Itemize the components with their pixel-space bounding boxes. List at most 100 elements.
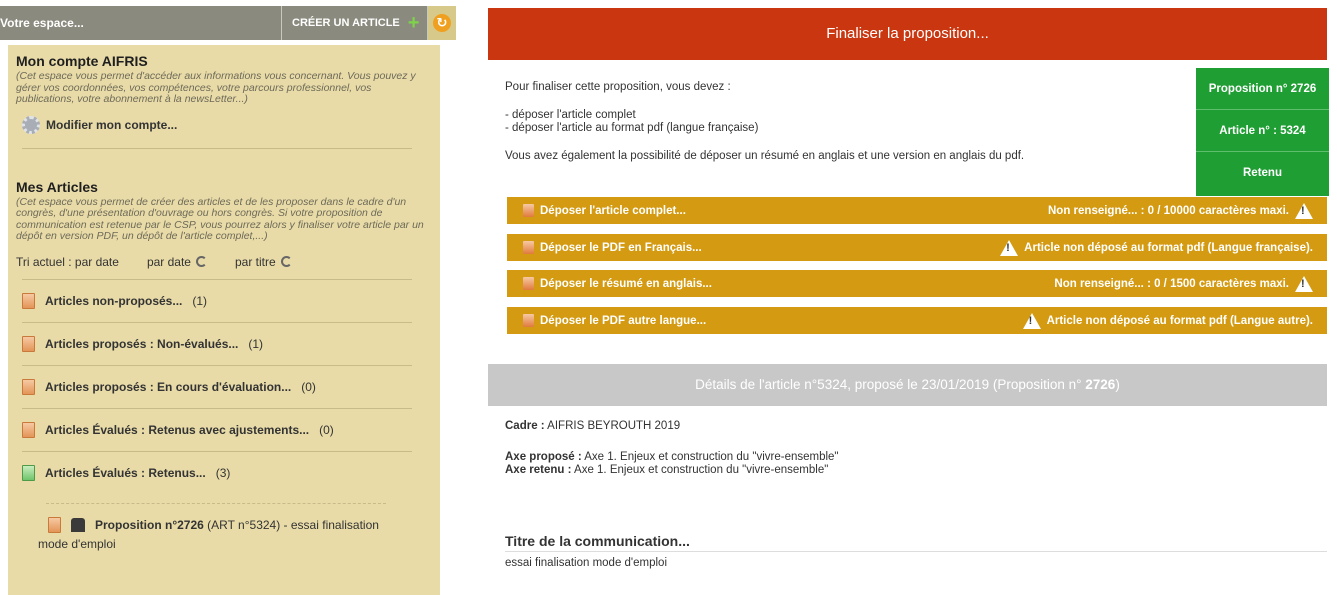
- axe-proposed-line: Axe proposé : Axe 1. Enjeux et construct…: [505, 451, 839, 464]
- warning-icon: [1295, 275, 1313, 292]
- dashed-divider: [46, 502, 386, 504]
- communication-title-value: essai finalisation mode d'emploi: [505, 557, 668, 569]
- modify-account-label: Modifier mon compte...: [46, 117, 178, 132]
- intro-line: Vous avez également la possibilité de dé…: [505, 150, 1025, 162]
- details-number: 2726: [1085, 377, 1116, 392]
- document-icon: [22, 292, 35, 309]
- home-icon: [71, 518, 85, 532]
- page-title: Finaliser la proposition...: [488, 8, 1327, 60]
- article-category-count: (1): [248, 336, 264, 351]
- document-icon: [523, 241, 534, 254]
- article-category-count: (0): [319, 422, 334, 437]
- intro-text: Pour finaliser cette proposition, vous d…: [505, 81, 1185, 163]
- deposit-status: Article non déposé au format pdf (Langue…: [1046, 314, 1313, 327]
- account-panel: Mon compte AIFRIS (Cet espace vous perme…: [8, 45, 440, 595]
- axe-retained-value: Axe 1. Enjeux et construction du "vivre-…: [571, 464, 829, 476]
- warning-icon: [1000, 239, 1019, 256]
- article-category-count: (1): [192, 293, 208, 308]
- document-icon: [22, 378, 35, 395]
- plus-icon: +: [407, 12, 420, 34]
- deposit-label: Déposer le résumé en anglais...: [540, 277, 712, 290]
- create-article-button[interactable]: CRÉER UN ARTICLE +: [281, 6, 426, 40]
- deposit-label: Déposer l'article complet...: [540, 204, 686, 217]
- article-category-label: Articles proposés : En cours d'évaluatio…: [45, 379, 292, 394]
- articles-title: Mes Articles: [16, 178, 98, 195]
- communication-title-heading: Titre de la communication...: [505, 533, 690, 549]
- proposition-item[interactable]: Proposition n°2726 (ART n°5324) - essai …: [38, 516, 432, 554]
- sort-by-title-label: par titre: [234, 254, 276, 269]
- sort-by-date-label: par date: [146, 254, 191, 269]
- deposit-label: Déposer le PDF autre langue...: [540, 314, 707, 327]
- gear-icon: [22, 115, 40, 134]
- axe-proposed-key: Axe proposé :: [505, 451, 582, 463]
- axe-retained-line: Axe retenu : Axe 1. Enjeux et constructi…: [505, 464, 839, 477]
- article-category-count: (0): [301, 379, 316, 394]
- deposit-status: Non renseigné... : 0 / 10000 caractères …: [1048, 204, 1289, 217]
- sort-row: Tri actuel : par date par date par titre: [16, 255, 432, 269]
- proposition-number-badge: Proposition n° 2726: [1196, 68, 1329, 110]
- axe-retained-key: Axe retenu :: [505, 464, 572, 476]
- proposition-number: Proposition n°2726: [95, 517, 204, 532]
- article-category-label: Articles non-proposés...: [45, 293, 183, 308]
- create-article-label: CRÉER UN ARTICLE: [292, 17, 400, 29]
- document-icon: [523, 204, 534, 217]
- warning-icon: [1295, 202, 1313, 219]
- proposition-rest: (ART n°5324) - essai finalisation: [203, 517, 379, 532]
- cadre-key: Cadre :: [505, 420, 545, 432]
- details-bar: Détails de l'article n°5324, proposé le …: [488, 364, 1327, 406]
- deposit-pdf-other-row[interactable]: Déposer le PDF autre langue... Article n…: [507, 307, 1327, 334]
- deposit-label: Déposer le PDF en Français...: [540, 241, 702, 254]
- account-description: (Cet espace vous permet d'accéder aux in…: [16, 70, 416, 105]
- article-category-item[interactable]: Articles proposés : Non-évalués... (1): [22, 323, 412, 366]
- document-icon: [22, 335, 35, 352]
- article-category-label: Articles Évalués : Retenus...: [45, 466, 206, 480]
- deposit-abstract-en-row[interactable]: Déposer le résumé en anglais... Non rens…: [507, 270, 1327, 297]
- deposit-full-article-row[interactable]: Déposer l'article complet... Non renseig…: [507, 197, 1327, 224]
- article-category-item[interactable]: Articles proposés : En cours d'évaluatio…: [22, 366, 412, 409]
- sort-by-date[interactable]: par date: [147, 255, 207, 269]
- space-label: Votre espace...: [0, 16, 84, 30]
- proposition-text: Proposition n°2726 (ART n°5324) - essai …: [95, 516, 379, 535]
- details-close: ): [1115, 377, 1120, 392]
- document-icon: [48, 517, 61, 533]
- modify-account-link[interactable]: Modifier mon compte...: [22, 115, 432, 134]
- article-number-badge: Article n° : 5324: [1196, 110, 1329, 152]
- article-category-item[interactable]: Articles non-proposés... (1): [22, 280, 412, 323]
- details-text: Détails de l'article n°5324, proposé le …: [695, 377, 1086, 392]
- left-panel: Votre espace... CRÉER UN ARTICLE + ↻ Mon…: [0, 0, 456, 595]
- space-topbar: Votre espace... CRÉER UN ARTICLE + ↻: [0, 6, 456, 40]
- status-badge: Retenu: [1243, 167, 1282, 179]
- cadre-value: AIFRIS BEYROUTH 2019: [544, 420, 681, 432]
- deposit-status: Article non déposé au format pdf (Langue…: [1024, 241, 1313, 254]
- article-category-label: Articles proposés : Non-évalués...: [45, 336, 239, 351]
- warning-icon: [1022, 312, 1041, 329]
- document-icon: [22, 465, 35, 481]
- sort-refresh-icon: [195, 256, 207, 267]
- account-title: Mon compte AIFRIS: [16, 53, 148, 69]
- document-icon: [523, 277, 534, 290]
- article-category-item[interactable]: Articles Évalués : Retenus... (3): [22, 452, 412, 495]
- axes-block: Axe proposé : Axe 1. Enjeux et construct…: [505, 451, 839, 477]
- refresh-button[interactable]: ↻: [427, 6, 456, 40]
- articles-description: (Cet espace vous permet de créer des art…: [16, 195, 424, 242]
- sort-by-title[interactable]: par titre: [235, 255, 292, 269]
- intro-line: Pour finaliser cette proposition, vous d…: [505, 81, 731, 93]
- sort-current: Tri actuel : par date: [16, 254, 119, 269]
- article-category-item[interactable]: Articles Évalués : Retenus avec ajusteme…: [22, 409, 412, 452]
- intro-line: - déposer l'article complet: [505, 109, 636, 121]
- divider: [22, 147, 412, 149]
- proposition-cont: mode d'emploi: [38, 536, 116, 551]
- refresh-icon: ↻: [433, 14, 451, 32]
- divider: [505, 551, 1327, 552]
- sort-refresh-icon: [280, 256, 292, 267]
- document-icon: [523, 314, 534, 327]
- intro-line: - déposer l'article au format pdf (langu…: [505, 122, 759, 134]
- deposit-pdf-fr-row[interactable]: Déposer le PDF en Français... Article no…: [507, 234, 1327, 261]
- document-icon: [22, 421, 35, 438]
- deposit-status: Non renseigné... : 0 / 1500 caractères m…: [1054, 277, 1289, 290]
- article-category-count: (3): [215, 466, 231, 480]
- cadre-line: Cadre : AIFRIS BEYROUTH 2019: [505, 420, 680, 432]
- article-category-label: Articles Évalués : Retenus avec ajusteme…: [45, 422, 310, 437]
- axe-proposed-value: Axe 1. Enjeux et construction du "vivre-…: [581, 451, 839, 463]
- status-box: Proposition n° 2726 Article n° : 5324 Re…: [1196, 68, 1329, 196]
